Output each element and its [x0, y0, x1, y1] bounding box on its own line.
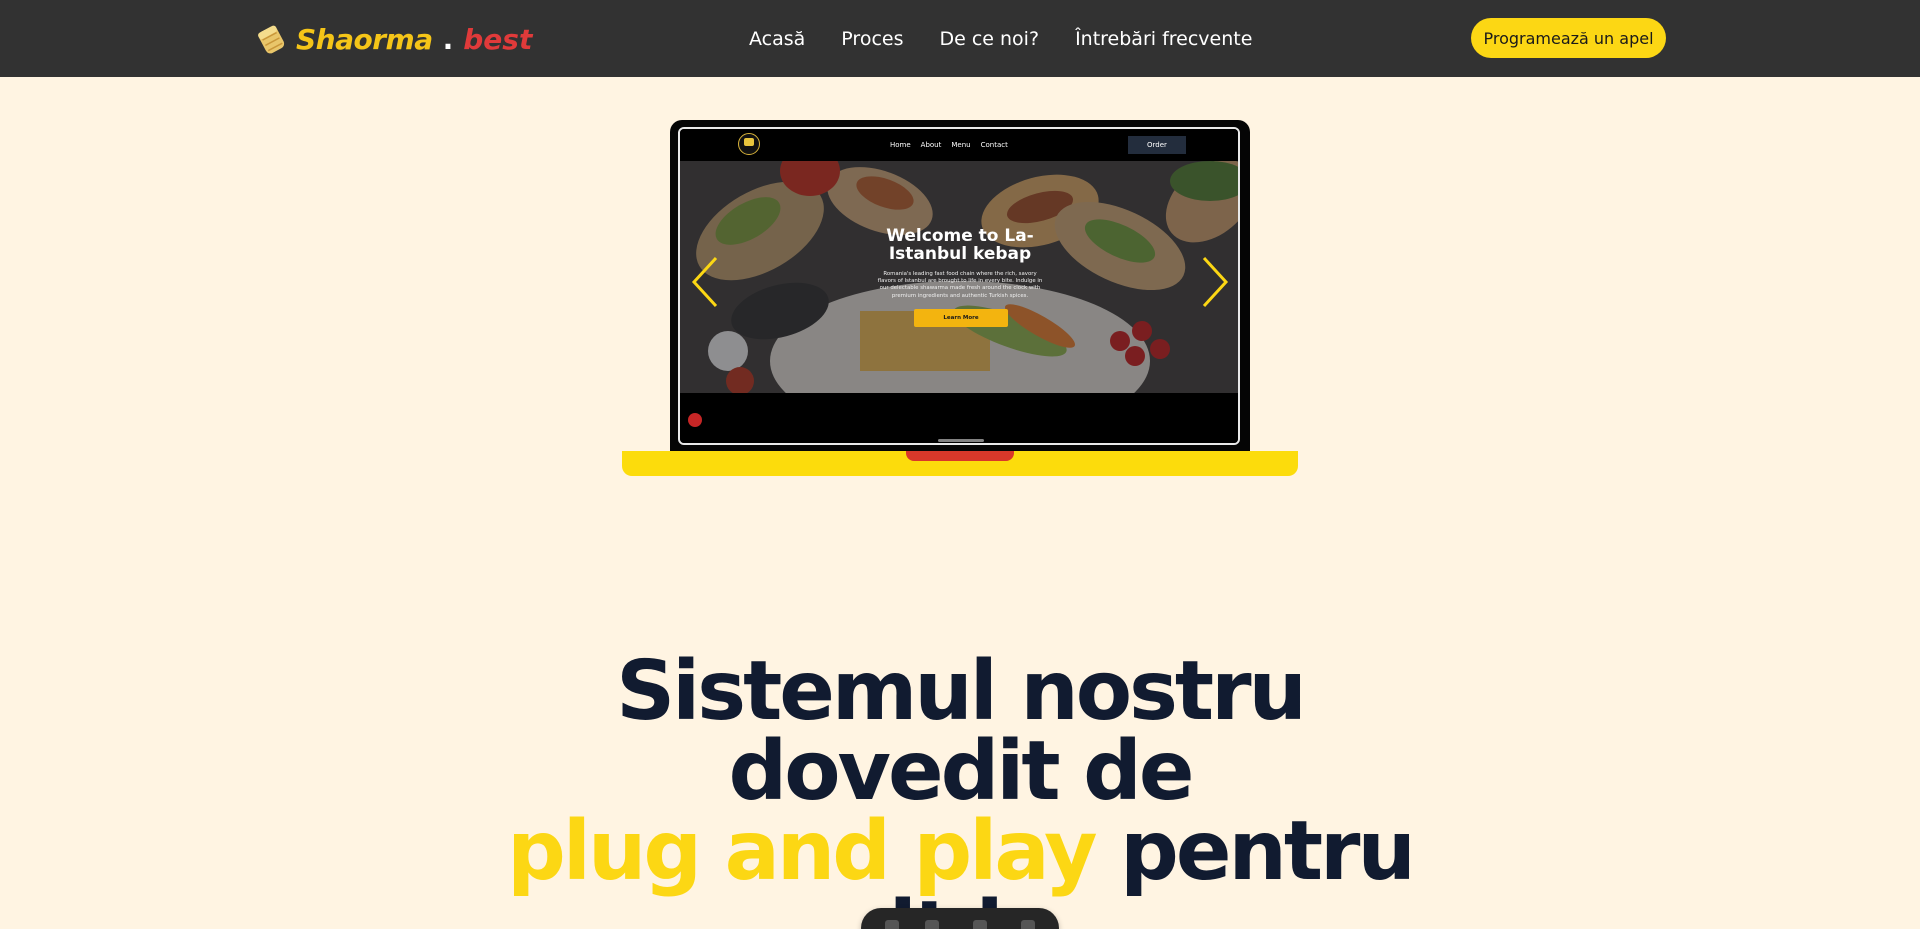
toolbar-icon-3 — [973, 920, 987, 929]
mockup-learn-more-button: Learn More — [914, 309, 1008, 327]
restaurant-logo-icon — [738, 133, 760, 155]
nav-item-acasa[interactable]: Acasă — [749, 28, 805, 50]
mockup-nav-contact: Contact — [980, 141, 1008, 149]
brand-dot: . — [442, 22, 454, 56]
nav-item-proces[interactable]: Proces — [841, 28, 903, 50]
chevron-right-icon[interactable] — [1200, 256, 1230, 308]
mockup-nav-links: Home About Menu Contact — [890, 129, 1018, 161]
laptop-base — [622, 451, 1298, 476]
mockup-hero-title: Welcome to La-Istanbul kebap — [886, 226, 1034, 264]
brand-logo-link[interactable]: Shaorma . best — [254, 20, 532, 58]
floating-toolbar[interactable] — [861, 908, 1059, 929]
laptop-notch — [906, 451, 1014, 461]
top-navigation-bar: Shaorma . best Acasă Proces De ce noi? Î… — [0, 0, 1920, 77]
laptop-lid: Home About Menu Contact Order Welcome to… — [670, 120, 1250, 452]
headline-line-3-rest: pentru — [1094, 804, 1416, 899]
chevron-left-icon[interactable] — [690, 256, 720, 308]
nav-item-de-ce-noi[interactable]: De ce noi? — [939, 28, 1039, 50]
headline-line-1: Sistemul nostru — [616, 644, 1307, 739]
headline-line-3: plug and play pentru — [0, 811, 1920, 893]
toolbar-icon-4 — [1021, 920, 1035, 929]
mockup-hero: Welcome to La-Istanbul kebap Romania's l… — [680, 161, 1238, 393]
mockup-nav-about: About — [920, 141, 942, 149]
main-nav: Acasă Proces De ce noi? Întrebări frecve… — [749, 0, 1252, 77]
nav-item-intrebari-frecvente[interactable]: Întrebări frecvente — [1075, 28, 1252, 50]
mockup-footer-area — [680, 393, 1238, 443]
slide-indicator-dot — [688, 413, 702, 427]
mockup-scroll-hint — [938, 439, 984, 442]
laptop-screen: Home About Menu Contact Order Welcome to… — [678, 127, 1240, 445]
laptop-mockup: Home About Menu Contact Order Welcome to… — [622, 120, 1298, 476]
shawarma-wrap-icon — [258, 25, 285, 54]
schedule-call-button[interactable]: Programează un apel — [1471, 18, 1666, 58]
mockup-nav-menu: Menu — [951, 141, 971, 149]
hero-headline: Sistemul nostru dovedit de plug and play… — [0, 644, 1920, 929]
brand-name: Shaorma — [296, 22, 433, 56]
mockup-site-nav: Home About Menu Contact Order — [680, 129, 1238, 161]
brand-tld: best — [463, 22, 533, 56]
toolbar-icon-2 — [925, 920, 939, 929]
mockup-order-button: Order — [1128, 136, 1186, 154]
toolbar-icon-1 — [885, 920, 899, 929]
mockup-hero-text: Romania's leading fast food chain where … — [877, 271, 1043, 299]
mockup-nav-home: Home — [890, 141, 911, 149]
headline-line-2: dovedit de — [728, 724, 1195, 819]
